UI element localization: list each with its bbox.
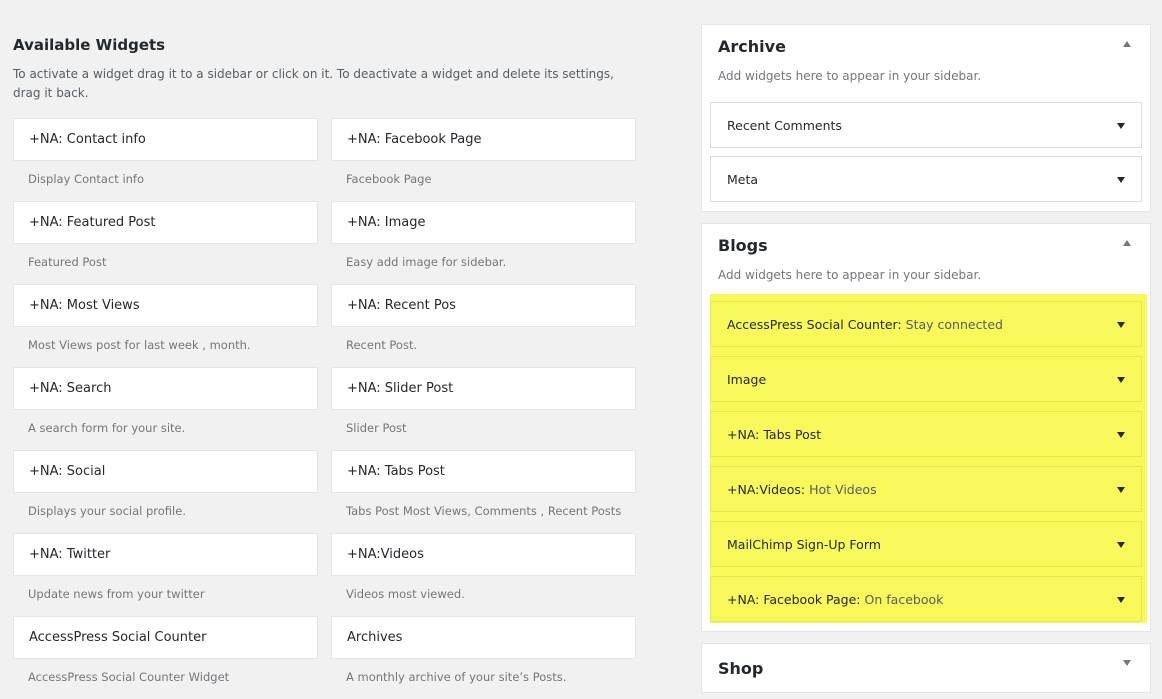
widget-subtitle: Stay connected (905, 316, 1003, 332)
expand-arrow-icon[interactable] (1117, 542, 1125, 548)
widget-title-box[interactable]: Archives (331, 616, 636, 659)
widget-item: Archives A monthly archive of your site’… (331, 616, 636, 699)
expand-arrow-icon[interactable] (1117, 487, 1125, 493)
sidebar-title: Archive (718, 36, 786, 56)
widget-description: Videos most viewed. (346, 587, 465, 601)
widget-title-box[interactable]: +NA: Most Views (13, 284, 318, 327)
widget-description: Update news from your twitter (28, 587, 205, 601)
widget-title-box[interactable]: +NA: Featured Post (13, 201, 318, 244)
sidebar-description: Add widgets here to appear in your sideb… (718, 69, 982, 83)
widget-description: Display Contact info (28, 172, 145, 186)
widget-description: Displays your social profile. (28, 504, 186, 518)
widget-title-box[interactable]: +NA:Videos (331, 533, 636, 576)
widget-title: AccessPress Social Counter: (727, 316, 902, 332)
widget-description: A search form for your site. (28, 421, 186, 435)
widget-title: +NA:Videos: (727, 481, 806, 497)
widget-description: A monthly archive of your site’s Posts. (346, 670, 567, 684)
sidebar-archive: Archive Add widgets here to appear in yo… (701, 24, 1151, 212)
widget-item: +NA: Twitter Update news from your twitt… (13, 533, 318, 616)
widget-title-box[interactable]: +NA: Recent Pos (331, 284, 636, 327)
widget-item: +NA: Image Easy add image for sidebar. (331, 201, 636, 284)
widget-item: +NA: Social Displays your social profile… (13, 450, 318, 533)
expand-arrow-icon[interactable] (1117, 377, 1125, 383)
widget-item: AccessPress Social Counter AccessPress S… (13, 616, 318, 699)
sidebar-widget[interactable]: Image (710, 356, 1142, 402)
widget-title-box[interactable]: +NA: Facebook Page (331, 118, 636, 161)
expand-arrow-icon[interactable] (1123, 660, 1131, 666)
widget-title: +NA: Tabs Post (727, 426, 822, 442)
widget-description: Most Views post for last week , month. (28, 338, 251, 352)
widget-subtitle: Hot Videos (809, 481, 877, 497)
widget-title: MailChimp Sign-Up Form (727, 536, 881, 552)
widget-item: +NA: Featured Post Featured Post (13, 201, 318, 284)
expand-arrow-icon[interactable] (1117, 177, 1125, 183)
widget-item: +NA:Videos Videos most viewed. (331, 533, 636, 616)
widget-title: Recent Comments (727, 117, 842, 133)
widget-description: Easy add image for sidebar. (346, 255, 507, 269)
widget-title-box[interactable]: +NA: Search (13, 367, 318, 410)
widget-description: Slider Post (346, 421, 407, 435)
widget-item: +NA: Recent Pos Recent Post. (331, 284, 636, 367)
expand-arrow-icon[interactable] (1117, 123, 1125, 129)
widget-title-box[interactable]: +NA: Twitter (13, 533, 318, 576)
widget-item: +NA: Facebook Page Facebook Page (331, 118, 636, 201)
widget-subtitle: On facebook (864, 591, 944, 607)
sidebar-widget[interactable]: MailChimp Sign-Up Form (710, 521, 1142, 567)
widget-title: Meta (727, 171, 759, 187)
widget-item: +NA: Tabs Post Tabs Post Most Views, Com… (331, 450, 636, 533)
sidebar-widget[interactable]: +NA: Facebook Page: On facebook (710, 576, 1142, 622)
widget-description: Facebook Page (346, 172, 432, 186)
widget-item: +NA: Slider Post Slider Post (331, 367, 636, 450)
sidebar-widget[interactable]: +NA:Videos: Hot Videos (710, 466, 1142, 512)
sidebar-widget[interactable]: AccessPress Social Counter: Stay connect… (710, 301, 1142, 347)
widget-title-box[interactable]: +NA: Contact info (13, 118, 318, 161)
widget-title-box[interactable]: +NA: Image (331, 201, 636, 244)
sidebar-shop: Shop (701, 643, 1151, 693)
widget-item: +NA: Contact info Display Contact info (13, 118, 318, 201)
widget-description: AccessPress Social Counter Widget (28, 670, 230, 684)
widget-item: +NA: Most Views Most Views post for last… (13, 284, 318, 367)
sidebar-widget[interactable]: Meta (710, 156, 1142, 202)
widget-description: Featured Post (28, 255, 107, 269)
widget-title-box[interactable]: +NA: Tabs Post (331, 450, 636, 493)
collapse-arrow-icon[interactable] (1123, 41, 1131, 47)
sidebar-blogs: Blogs Add widgets here to appear in your… (701, 223, 1151, 632)
widget-title-box[interactable]: +NA: Social (13, 450, 318, 493)
widget-title-box[interactable]: +NA: Slider Post (331, 367, 636, 410)
widget-title: Image (727, 371, 767, 387)
sidebar-archive-header[interactable]: Archive (702, 25, 1150, 67)
collapse-arrow-icon[interactable] (1123, 240, 1131, 246)
widget-title: +NA: Facebook Page: (727, 591, 861, 607)
widget-item: +NA: Search A search form for your site. (13, 367, 318, 450)
widget-title-box[interactable]: AccessPress Social Counter (13, 616, 318, 659)
available-widgets-description: To activate a widget drag it to a sideba… (13, 67, 614, 100)
sidebar-title: Blogs (718, 235, 768, 255)
available-widgets-title: Available Widgets (13, 36, 166, 54)
sidebar-description: Add widgets here to appear in your sideb… (718, 268, 982, 282)
expand-arrow-icon[interactable] (1117, 432, 1125, 438)
sidebar-widget[interactable]: Recent Comments (710, 102, 1142, 148)
expand-arrow-icon[interactable] (1117, 322, 1125, 328)
sidebar-widget[interactable]: +NA: Tabs Post (710, 411, 1142, 457)
widget-description: Tabs Post Most Views, Comments , Recent … (346, 504, 622, 518)
sidebar-title: Shop (718, 658, 764, 678)
expand-arrow-icon[interactable] (1117, 597, 1125, 603)
sidebar-blogs-header[interactable]: Blogs (702, 224, 1150, 266)
sidebar-shop-header[interactable]: Shop (702, 644, 1150, 692)
widget-description: Recent Post. (346, 338, 418, 352)
